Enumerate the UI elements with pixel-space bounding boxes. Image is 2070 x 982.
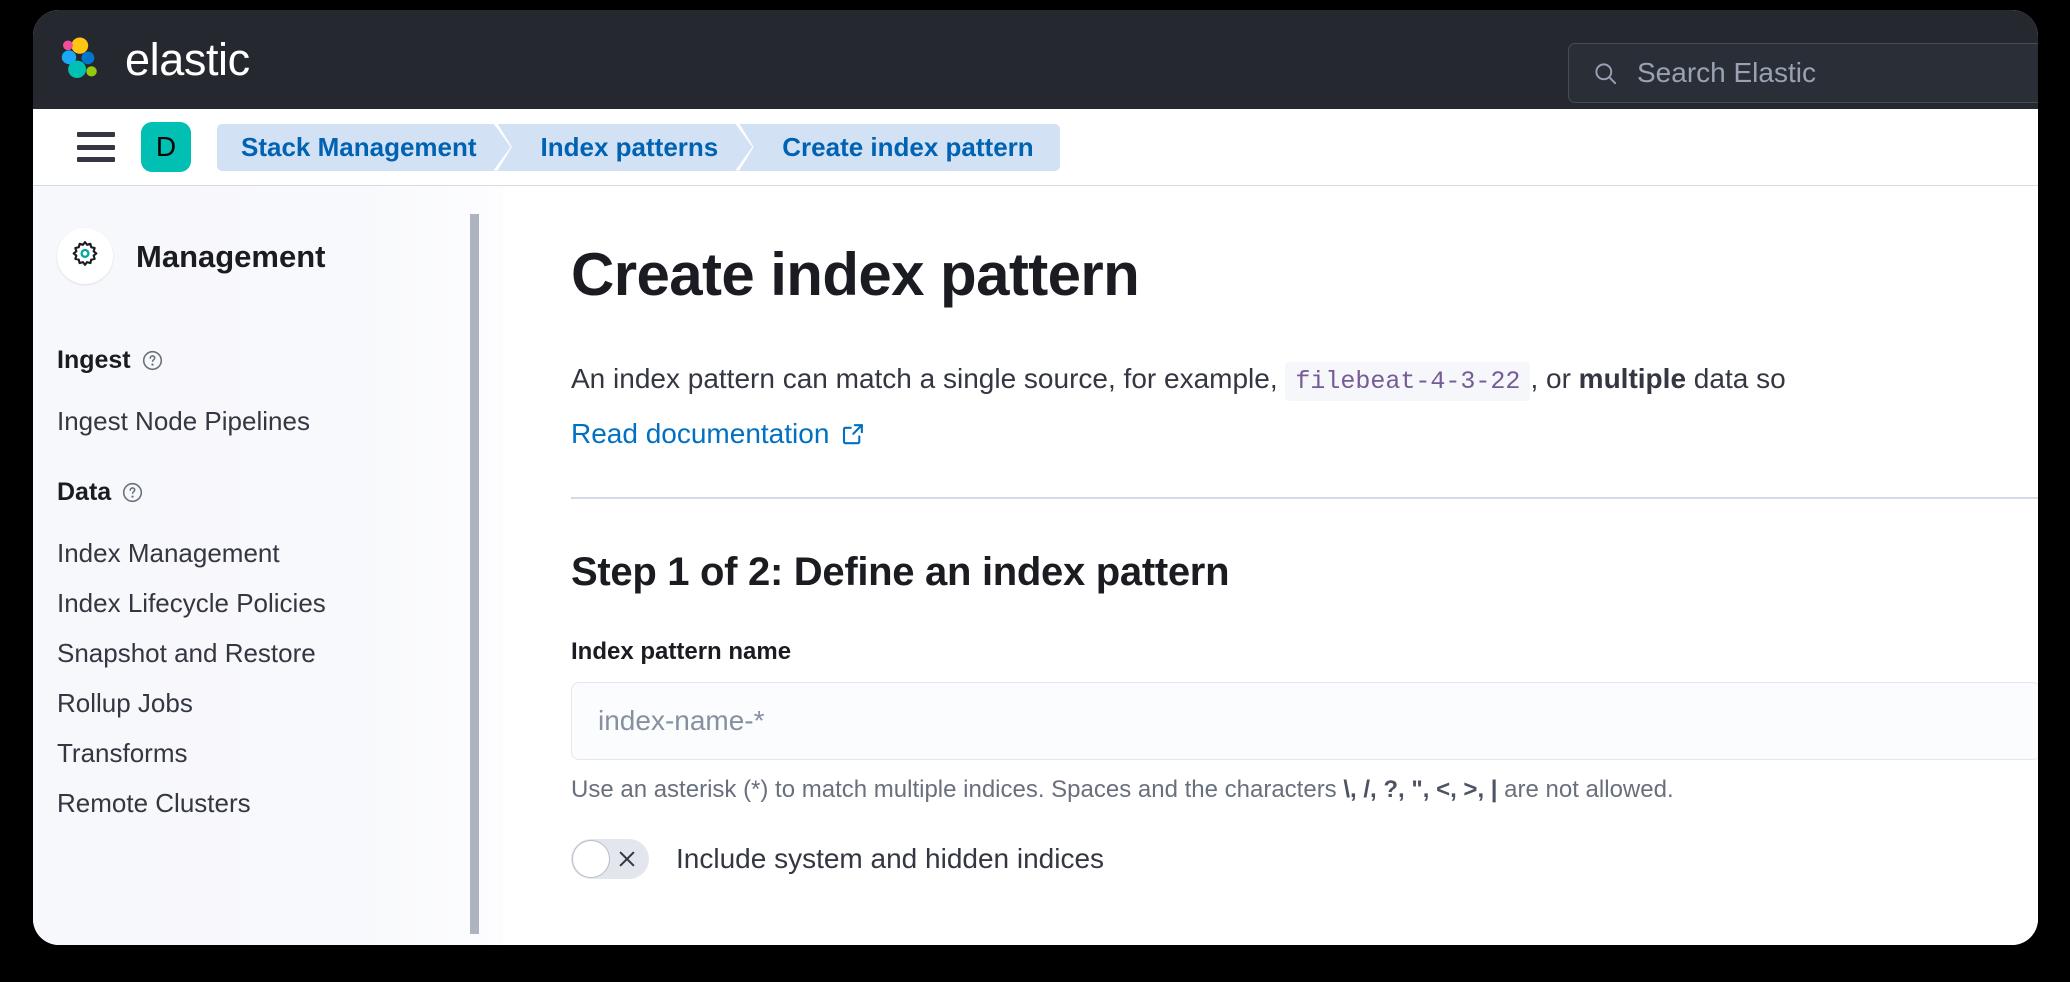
brand-name: elastic	[125, 34, 250, 85]
sidebar-group-ingest: Ingest Ingest Node Pipelines	[57, 346, 503, 446]
space-avatar[interactable]: D	[141, 122, 191, 172]
browser-window: elastic Search Elastic D Stack Managemen…	[33, 10, 2038, 945]
sidebar-item-snapshot-and-restore[interactable]: Snapshot and Restore	[57, 628, 503, 678]
toggle-knob	[572, 840, 610, 879]
read-documentation-link[interactable]: Read documentation	[571, 418, 865, 450]
sidebar-scrollbar[interactable]	[470, 214, 479, 934]
sidebar-group-title-data: Data	[57, 478, 503, 507]
sidebar-item-label: Remote Clusters	[57, 788, 251, 818]
sidebar-item-ingest-node-pipelines[interactable]: Ingest Node Pipelines	[57, 396, 503, 446]
include-system-indices-row: Include system and hidden indices	[571, 839, 2038, 880]
hamburger-menu-icon[interactable]	[77, 132, 115, 162]
global-search-bar[interactable]: Search Elastic	[1568, 43, 2038, 103]
sidebar-group-spacer	[57, 446, 503, 478]
breadcrumb-bar: D Stack Management Index patterns Create…	[33, 109, 2038, 186]
menu-line	[77, 157, 115, 162]
global-header: elastic Search Elastic	[33, 10, 2038, 109]
breadcrumb-item-index-patterns[interactable]: Index patterns	[506, 123, 749, 171]
sidebar-group-data: Data Index Management Index Lifecycle Po…	[57, 478, 503, 828]
breadcrumb-label: Stack Management	[241, 131, 477, 162]
space-initial: D	[155, 131, 177, 162]
breadcrumb-item-stack-management[interactable]: Stack Management	[217, 123, 507, 171]
sidebar-item-label: Rollup Jobs	[57, 688, 193, 718]
doc-link-label: Read documentation	[571, 418, 830, 450]
sidebar-header: Management	[57, 228, 503, 284]
index-pattern-name-label: Index pattern name	[571, 638, 792, 666]
breadcrumb: Stack Management Index patterns Create i…	[217, 123, 1060, 171]
elastic-logo-icon	[61, 37, 97, 78]
sidebar: Management Ingest Ingest Node Pipelines	[33, 186, 503, 945]
sidebar-item-label: Index Lifecycle Policies	[57, 588, 326, 618]
gear-icon	[57, 228, 113, 284]
intro-text-part2: , or	[1530, 363, 1579, 394]
hint-disallowed-chars: \, /, ?, ", <, >, |	[1343, 776, 1498, 804]
index-pattern-name-input[interactable]	[571, 682, 2038, 761]
search-icon	[1595, 62, 1617, 84]
sidebar-group-label: Data	[57, 478, 112, 506]
gear-glyph-icon	[72, 241, 98, 266]
menu-line	[77, 144, 115, 150]
external-link-icon	[843, 424, 864, 445]
intro-paragraph: An index pattern can match a single sour…	[571, 361, 2038, 401]
section-divider	[571, 497, 2038, 500]
question-circle-icon[interactable]	[122, 482, 143, 503]
page-body: Management Ingest Ingest Node Pipelines	[33, 186, 2038, 945]
menu-line	[77, 132, 115, 137]
intro-text-part3: data so	[1686, 363, 1786, 394]
sidebar-item-index-management[interactable]: Index Management	[57, 528, 503, 578]
breadcrumb-label: Create index pattern	[782, 131, 1034, 162]
cross-icon	[619, 851, 635, 867]
sidebar-item-label: Snapshot and Restore	[57, 638, 316, 668]
sidebar-item-remote-clusters[interactable]: Remote Clusters	[57, 778, 503, 828]
global-search-placeholder: Search Elastic	[1637, 57, 1816, 88]
step-title: Step 1 of 2: Define an index pattern	[571, 550, 1230, 595]
include-system-indices-label: Include system and hidden indices	[676, 843, 1105, 875]
sidebar-item-label: Index Management	[57, 538, 280, 568]
sidebar-title: Management	[136, 238, 326, 274]
sidebar-item-rollup-jobs[interactable]: Rollup Jobs	[57, 678, 503, 728]
hint-part1: Use an asterisk (*) to match multiple in…	[571, 776, 1344, 804]
intro-text-bold: multiple	[1578, 363, 1687, 394]
breadcrumb-item-create-index-pattern[interactable]: Create index pattern	[748, 123, 1060, 171]
elastic-brand[interactable]: elastic	[59, 36, 250, 84]
page-title: Create index pattern	[571, 241, 1140, 308]
example-index-pattern-code: filebeat-4-3-22	[1285, 362, 1531, 401]
main-content: Create index pattern An index pattern ca…	[503, 186, 2038, 945]
breadcrumb-label: Index patterns	[540, 131, 719, 162]
sidebar-item-transforms[interactable]: Transforms	[57, 728, 503, 778]
sidebar-group-label: Ingest	[57, 346, 131, 374]
sidebar-item-label: Transforms	[57, 738, 188, 768]
include-system-indices-toggle[interactable]	[571, 839, 649, 880]
index-pattern-hint: Use an asterisk (*) to match multiple in…	[571, 776, 2038, 804]
intro-text-part1: An index pattern can match a single sour…	[571, 363, 1286, 394]
sidebar-group-title-ingest: Ingest	[57, 346, 503, 375]
sidebar-item-label: Ingest Node Pipelines	[57, 406, 310, 436]
hint-part2: are not allowed.	[1497, 776, 1674, 804]
sidebar-item-index-lifecycle-policies[interactable]: Index Lifecycle Policies	[57, 578, 503, 628]
question-circle-icon[interactable]	[142, 350, 163, 371]
